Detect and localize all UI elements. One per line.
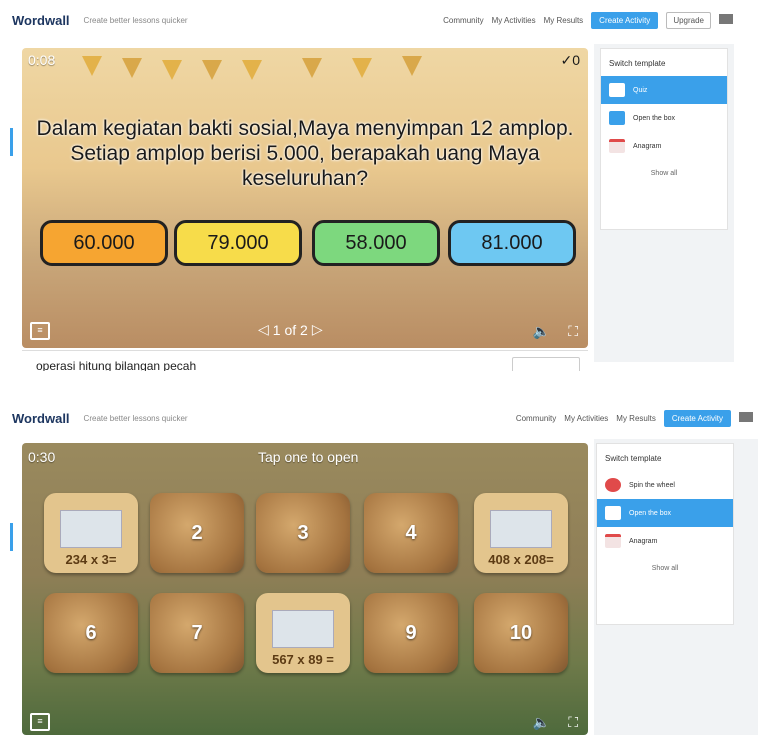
top-navbar: Wordwall Create better lessons quicker C… (0, 403, 758, 433)
question-image (490, 510, 552, 548)
question-image (272, 610, 334, 648)
right-sidebar: Switch template Quiz Open the box Anagra… (594, 44, 734, 362)
tile-label: 7 (191, 621, 203, 644)
my-activities-link[interactable]: My Activities (564, 414, 608, 423)
community-link[interactable]: Community (516, 414, 556, 423)
account-menu[interactable] (739, 412, 756, 424)
sound-icon[interactable]: 🔈 (533, 323, 550, 340)
answer-option-3[interactable]: 58.000 (312, 220, 440, 266)
show-all-link[interactable]: Show all (601, 170, 727, 177)
account-menu[interactable] (719, 14, 736, 26)
answer-option-1[interactable]: 60.000 (40, 220, 168, 266)
tile-label: 3 (297, 521, 309, 544)
anagram-icon (609, 139, 625, 153)
screenshot-open-the-box: Wordwall Create better lessons quicker C… (0, 395, 758, 735)
template-quiz[interactable]: Quiz (601, 76, 727, 104)
tagline: Create better lessons quicker (83, 15, 188, 25)
sound-icon[interactable]: 🔈 (533, 714, 550, 731)
tile-label: 4 (405, 521, 417, 544)
upgrade-button[interactable]: Upgrade (666, 11, 711, 29)
nav-links: Community My Activities My Results Creat… (516, 409, 756, 427)
my-results-link[interactable]: My Results (616, 414, 656, 423)
wordwall-logo[interactable]: Wordwall (12, 411, 70, 426)
spin-wheel-icon (605, 478, 621, 492)
template-anagram[interactable]: Anagram (601, 132, 727, 160)
switch-template-panel: Switch template Quiz Open the box Anagra… (600, 48, 728, 230)
left-scroll-marker (10, 523, 13, 551)
question-image (60, 510, 122, 548)
pager: ◁ 1 of 2 ▷ (258, 321, 323, 338)
closed-box-tile[interactable]: 2 (150, 493, 244, 573)
anagram-icon (605, 534, 621, 548)
screenshot-quiz: Wordwall Create better lessons quicker C… (0, 0, 758, 371)
template-open-the-box[interactable]: Open the box (601, 104, 727, 132)
template-label: Anagram (629, 537, 658, 545)
tile-label: 408 x 208= (488, 552, 554, 567)
top-navbar: Wordwall Create better lessons quicker C… (0, 5, 758, 35)
open-box-icon (609, 111, 625, 125)
template-spin-the-wheel[interactable]: Spin the wheel (597, 471, 733, 499)
prev-page-icon[interactable]: ◁ (258, 321, 269, 338)
template-label: Open the box (629, 509, 672, 517)
bunting-decoration (82, 56, 422, 80)
right-sidebar: Switch template Spin the wheel Open the … (594, 439, 758, 735)
create-activity-button[interactable]: Create Activity (663, 409, 731, 427)
tile-label: 10 (509, 621, 533, 644)
wordwall-logo[interactable]: Wordwall (12, 13, 70, 28)
create-activity-button[interactable]: Create Activity (591, 11, 659, 29)
fullscreen-icon[interactable]: ⛶ (568, 323, 578, 340)
menu-icon[interactable]: ≡ (30, 713, 50, 731)
opened-box-tile[interactable]: 567 x 89 = (256, 593, 350, 673)
nav-links: Community My Activities My Results Creat… (443, 11, 736, 29)
answer-option-4[interactable]: 81.000 (448, 220, 576, 266)
left-scroll-marker (10, 128, 13, 156)
template-label: Open the box (633, 114, 676, 122)
question-text: Dalam kegiatan bakti sosial,Maya menyimp… (36, 117, 574, 190)
activity-title: operasi hitung bilangan pecah (36, 359, 197, 371)
activity-title-bar: operasi hitung bilangan pecah (22, 350, 588, 371)
switch-template-title: Switch template (609, 59, 666, 68)
tile-label: 2 (191, 521, 203, 544)
opened-box-tile[interactable]: 234 x 3= (44, 493, 138, 573)
tile-label: 6 (85, 621, 97, 644)
closed-box-tile[interactable]: 9 (364, 593, 458, 673)
fullscreen-icon[interactable]: ⛶ (568, 714, 578, 731)
timer: 0:30 (28, 449, 56, 465)
closed-box-tile[interactable]: 3 (256, 493, 350, 573)
tile-label: 567 x 89 = (272, 652, 334, 667)
quiz-stage: 0:08 ✓0 Dalam kegiatan bakti sosial,Maya… (22, 48, 588, 348)
closed-box-tile[interactable]: 4 (364, 493, 458, 573)
switch-template-title: Switch template (605, 454, 662, 463)
my-activities-link[interactable]: My Activities (492, 16, 536, 25)
tagline: Create better lessons quicker (83, 413, 188, 423)
template-open-the-box[interactable]: Open the box (597, 499, 733, 527)
activity-options-button[interactable] (512, 357, 580, 371)
avatar (739, 412, 753, 422)
template-label: Anagram (633, 142, 662, 150)
tile-label: 9 (405, 621, 417, 644)
closed-box-tile[interactable]: 10 (474, 593, 568, 673)
tile-label: 234 x 3= (65, 552, 117, 567)
open-box-icon (605, 506, 621, 520)
show-all-link[interactable]: Show all (597, 565, 733, 572)
open-the-box-stage: 0:30 Tap one to open 234 x 3= 2 3 4 408 x 20… (22, 443, 588, 735)
answer-option-2[interactable]: 79.000 (174, 220, 302, 266)
template-label: Quiz (633, 86, 648, 94)
template-anagram[interactable]: Anagram (597, 527, 733, 555)
closed-box-tile[interactable]: 6 (44, 593, 138, 673)
avatar (719, 14, 733, 24)
quiz-icon (609, 83, 625, 97)
page-indicator: 1 of 2 (272, 321, 308, 338)
score-counter: ✓0 (560, 52, 580, 68)
opened-box-tile[interactable]: 408 x 208= (474, 493, 568, 573)
next-page-icon[interactable]: ▷ (312, 321, 323, 338)
menu-icon[interactable]: ≡ (30, 322, 50, 340)
my-results-link[interactable]: My Results (544, 16, 584, 25)
closed-box-tile[interactable]: 7 (150, 593, 244, 673)
instruction-text: Tap one to open (258, 449, 359, 465)
community-link[interactable]: Community (443, 16, 483, 25)
template-label: Spin the wheel (629, 481, 675, 489)
timer: 0:08 (28, 52, 56, 68)
switch-template-panel: Switch template Spin the wheel Open the … (596, 443, 734, 625)
